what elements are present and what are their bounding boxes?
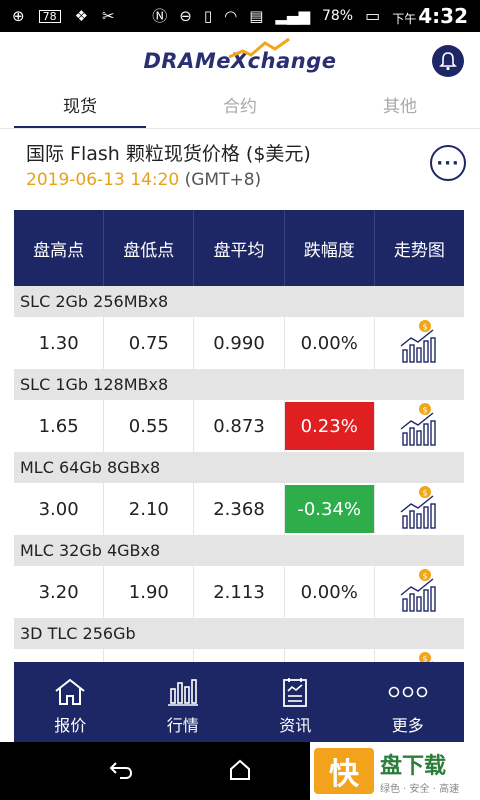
tab-bar: 现货 合约 其他 [0,90,480,129]
tab-other[interactable]: 其他 [320,90,480,126]
svg-text:$: $ [423,405,428,414]
sim-icon: ▤ [249,6,264,25]
ampm-label: 下午 [392,12,417,26]
nav-label: 更多 [391,716,424,735]
nav-label: 资讯 [279,716,312,735]
product-name: SLC 2Gb 256MBx8 [14,286,464,317]
column-header-trend: 走势图 [393,240,445,261]
vibrate-icon: ▯ [203,6,213,25]
bell-icon[interactable] [432,45,464,77]
timestamp: 2019-06-13 14:20 (GMT+8) [26,170,480,190]
dnd-icon: ⊖ [179,6,192,25]
column-header-high: 盘高点 [14,210,105,286]
nav-more[interactable]: 更多 [352,662,465,742]
cell-high: 3.00 [14,483,105,535]
product-name: MLC 64Gb 8GBx8 [14,452,464,483]
column-header-low: 盘低点 [104,210,195,286]
product-name: 3D TLC 256Gb [14,618,464,649]
nfc-icon: Ⓝ [152,6,168,25]
nav-news[interactable]: 资讯 [239,662,352,742]
nav-market[interactable]: 行情 [127,662,240,742]
battery-percent: 78% [321,8,354,24]
table-row[interactable]: 3.00 2.10 2.368 -0.34% $ [14,483,464,535]
table-row[interactable]: 1.65 0.55 0.873 0.23% $ [14,400,464,452]
timezone-label: (GMT+8) [184,170,262,190]
more-options-button[interactable]: ··· [430,145,466,181]
watermark-title: 盘下载 [380,753,447,779]
cell-change: 0.00% [285,566,375,618]
wifi-icon: ◠ [224,6,238,25]
app-icon: ❖ [74,6,89,25]
cell-low: 1.90 [104,566,195,618]
cell-avg: 2.368 [194,483,285,535]
home-icon [53,676,87,708]
trend-chart-icon[interactable]: $ [375,566,464,618]
logo: DRAMeXchange [144,37,337,73]
more-dots-icon [388,676,428,708]
back-icon[interactable] [108,758,134,786]
notification-count-badge: 78 [38,9,61,23]
cell-low: 0.55 [104,400,195,452]
trend-chart-icon[interactable]: $ [375,400,464,452]
product-name: SLC 1Gb 128MBx8 [14,369,464,400]
logo-swoosh-icon [228,37,290,59]
nav-label: 行情 [166,716,199,735]
cell-change: 0.00% [285,317,375,369]
watermark: 快 盘下载 绿色 · 安全 · 高速 [310,742,480,800]
column-header-avg: 盘平均 [194,210,285,286]
cell-avg: 0.990 [194,317,285,369]
home-nav-icon[interactable] [228,758,252,786]
price-table: 盘高点 盘低点 盘平均 跌幅度 走势图 SLC 2Gb 256MBx8 1.30… [14,210,464,701]
date-label: 2019-06-13 14:20 [26,170,180,190]
cell-high: 1.30 [14,317,105,369]
app-bar: DRAMeXchange [0,32,480,90]
status-bar: ⊕ 78 ❖ ✂ Ⓝ ⊖ ▯ ◠ ▤ ▂▄▆ 78% ▭ 下午 4:32 [0,0,480,32]
mute-icon: ✂ [102,6,115,25]
nav-quotes[interactable]: 报价 [14,662,127,742]
cell-change: 0.23% [284,402,375,450]
nav-label: 报价 [54,716,87,735]
table-row[interactable]: 1.30 0.75 0.990 0.00% $ [14,317,464,369]
price-heading: 国际 Flash 颗粒现货价格 ($美元) 2019-06-13 14:20 (… [0,129,480,201]
cell-low: 2.10 [104,483,195,535]
tab-contract[interactable]: 合约 [160,90,320,126]
tab-spot[interactable]: 现货 [0,90,160,128]
clock: 4:32 [418,4,468,28]
cell-high: 3.20 [14,566,105,618]
battery-icon: ▭ [365,6,381,25]
svg-text:$: $ [423,322,428,331]
cell-avg: 0.873 [194,400,285,452]
table-row[interactable]: 3.20 1.90 2.113 0.00% $ [14,566,464,618]
product-name: MLC 32Gb 4GBx8 [14,535,464,566]
watermark-logo: 快 [314,748,374,794]
signal-icon: ▂▄▆ [275,6,310,25]
news-icon [280,676,310,708]
trend-chart-icon[interactable]: $ [375,483,464,535]
cell-avg: 2.113 [194,566,285,618]
cell-high: 1.65 [14,400,105,452]
table-header: 盘高点 盘低点 盘平均 跌幅度 走势图 [14,210,464,286]
page-title: 国际 Flash 颗粒现货价格 ($美元) [26,143,311,165]
cell-low: 0.75 [104,317,195,369]
svg-text:$: $ [423,488,428,497]
cell-change: -0.34% [284,485,375,533]
svg-text:$: $ [423,571,428,580]
column-header-change: 跌幅度 [285,210,375,286]
bar-chart-icon [166,676,200,708]
trend-chart-icon[interactable]: $ [375,317,464,369]
add-icon: ⊕ [12,6,25,25]
bottom-nav: 报价 行情 资讯 更多 [14,662,464,742]
watermark-slogan: 绿色 · 安全 · 高速 [380,783,460,795]
